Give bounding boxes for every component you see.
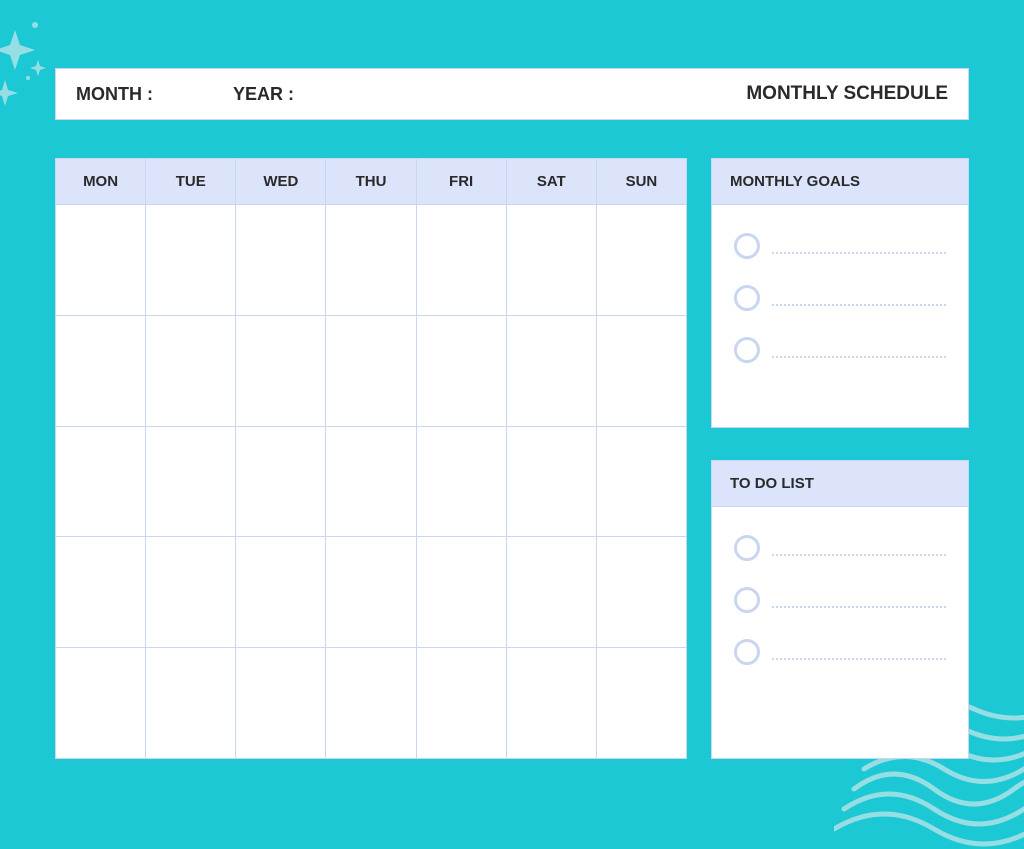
- dotted-line: [772, 304, 946, 306]
- monthly-goals-panel: MONTHLY GOALS: [711, 158, 969, 428]
- goal-item[interactable]: [734, 233, 946, 259]
- calendar-cell[interactable]: [507, 537, 597, 647]
- calendar-cell[interactable]: [56, 427, 146, 537]
- calendar-cell[interactable]: [507, 316, 597, 426]
- calendar-cell[interactable]: [507, 427, 597, 537]
- calendar-cell[interactable]: [417, 648, 507, 758]
- month-label[interactable]: MONTH :: [76, 84, 153, 105]
- calendar-cell[interactable]: [56, 316, 146, 426]
- todo-item[interactable]: [734, 639, 946, 665]
- calendar-row: [56, 648, 686, 758]
- todo-item[interactable]: [734, 535, 946, 561]
- calendar-cell[interactable]: [597, 537, 686, 647]
- calendar-cell[interactable]: [417, 316, 507, 426]
- calendar-cell[interactable]: [56, 648, 146, 758]
- dotted-line: [772, 606, 946, 608]
- monthly-goals-body: [712, 205, 968, 427]
- goal-item[interactable]: [734, 337, 946, 363]
- day-header-mon: MON: [56, 159, 146, 204]
- calendar-row: [56, 427, 686, 538]
- side-panels: MONTHLY GOALS TO DO LIST: [711, 158, 969, 759]
- calendar-cell[interactable]: [146, 316, 236, 426]
- calendar-header-row: MON TUE WED THU FRI SAT SUN: [56, 159, 686, 205]
- goal-item[interactable]: [734, 285, 946, 311]
- calendar-panel: MON TUE WED THU FRI SAT SUN: [55, 158, 687, 759]
- calendar-cell[interactable]: [326, 205, 416, 315]
- calendar-cell[interactable]: [236, 205, 326, 315]
- calendar-cell[interactable]: [326, 648, 416, 758]
- calendar-cell[interactable]: [597, 648, 686, 758]
- main-content: MON TUE WED THU FRI SAT SUN: [55, 158, 969, 759]
- calendar-row: [56, 537, 686, 648]
- todo-list-panel: TO DO LIST: [711, 460, 969, 759]
- dotted-line: [772, 554, 946, 556]
- calendar-row: [56, 316, 686, 427]
- calendar-cell[interactable]: [56, 537, 146, 647]
- todo-list-body: [712, 507, 968, 758]
- checkbox-circle-icon[interactable]: [734, 639, 760, 665]
- dotted-line: [772, 356, 946, 358]
- calendar-cell[interactable]: [146, 427, 236, 537]
- calendar-body: [56, 205, 686, 758]
- calendar-cell[interactable]: [597, 427, 686, 537]
- calendar-row: [56, 205, 686, 316]
- calendar-cell[interactable]: [326, 427, 416, 537]
- calendar-cell[interactable]: [417, 205, 507, 315]
- calendar-cell[interactable]: [507, 648, 597, 758]
- calendar-cell[interactable]: [597, 205, 686, 315]
- calendar-cell[interactable]: [146, 648, 236, 758]
- calendar-cell[interactable]: [236, 316, 326, 426]
- checkbox-circle-icon[interactable]: [734, 587, 760, 613]
- calendar-cell[interactable]: [56, 205, 146, 315]
- header-bar: MONTH : YEAR : MONTHLY SCHEDULE: [55, 68, 969, 120]
- day-header-wed: WED: [236, 159, 326, 204]
- calendar-cell[interactable]: [417, 537, 507, 647]
- checkbox-circle-icon[interactable]: [734, 337, 760, 363]
- todo-item[interactable]: [734, 587, 946, 613]
- day-header-tue: TUE: [146, 159, 236, 204]
- year-label[interactable]: YEAR :: [233, 84, 294, 105]
- checkbox-circle-icon[interactable]: [734, 285, 760, 311]
- calendar-cell[interactable]: [597, 316, 686, 426]
- todo-list-header: TO DO LIST: [712, 461, 968, 507]
- day-header-thu: THU: [326, 159, 416, 204]
- calendar-cell[interactable]: [507, 205, 597, 315]
- calendar-cell[interactable]: [326, 316, 416, 426]
- dotted-line: [772, 252, 946, 254]
- monthly-goals-header: MONTHLY GOALS: [712, 159, 968, 205]
- day-header-sat: SAT: [507, 159, 597, 204]
- day-header-sun: SUN: [597, 159, 686, 204]
- calendar-cell[interactable]: [236, 427, 326, 537]
- calendar-cell[interactable]: [146, 537, 236, 647]
- calendar-cell[interactable]: [326, 537, 416, 647]
- calendar-cell[interactable]: [417, 427, 507, 537]
- day-header-fri: FRI: [417, 159, 507, 204]
- checkbox-circle-icon[interactable]: [734, 233, 760, 259]
- calendar-cell[interactable]: [236, 537, 326, 647]
- calendar-cell[interactable]: [146, 205, 236, 315]
- checkbox-circle-icon[interactable]: [734, 535, 760, 561]
- calendar-cell[interactable]: [236, 648, 326, 758]
- schedule-title: MONTHLY SCHEDULE: [746, 83, 948, 105]
- dotted-line: [772, 658, 946, 660]
